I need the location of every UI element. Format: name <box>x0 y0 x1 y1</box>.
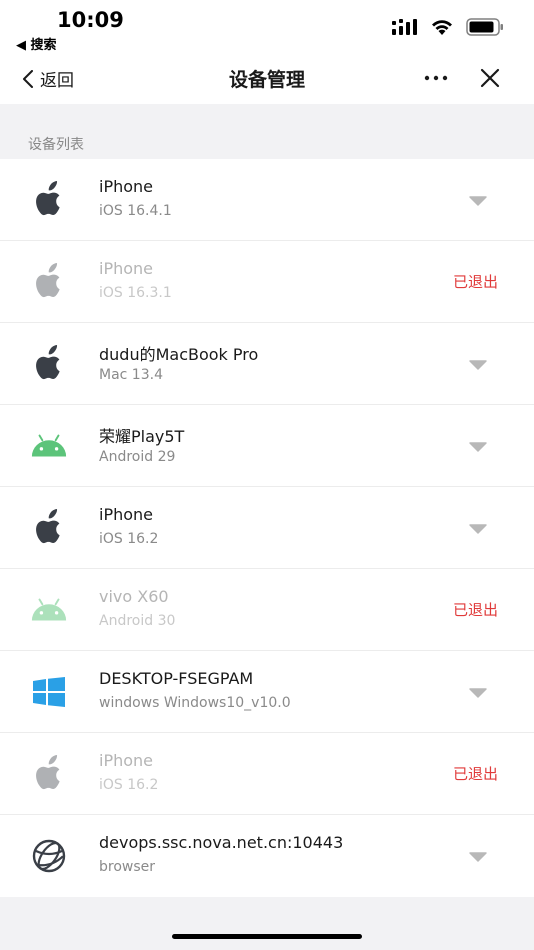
device-os: Android 30 <box>99 613 176 629</box>
close-icon <box>480 68 500 88</box>
device-os: windows Windows10_v10.0 <box>99 695 291 711</box>
page-title: 设备管理 <box>228 69 305 91</box>
device-name: dudu的MacBook Pro <box>99 345 259 364</box>
battery-icon <box>466 18 503 36</box>
apple-icon <box>30 263 68 301</box>
device-row[interactable]: iPhone iOS 16.4.1 <box>0 159 534 241</box>
device-row[interactable]: dudu的MacBook Pro Mac 13.4 <box>0 323 534 405</box>
device-row[interactable]: iPhone iOS 16.3.1 已退出 <box>0 241 534 323</box>
cellular-signal-icon <box>392 19 417 35</box>
device-row[interactable]: DESKTOP-FSEGPAM windows Windows10_v10.0 <box>0 651 534 733</box>
section-label: 设备列表 <box>28 137 84 153</box>
device-os: iOS 16.3.1 <box>99 285 172 301</box>
device-os: iOS 16.4.1 <box>99 203 172 219</box>
status-bar: 10:09 ◀ 搜索 <box>0 0 534 54</box>
apple-icon <box>30 509 68 547</box>
expand-arrow-icon[interactable] <box>468 523 488 535</box>
device-os: Mac 13.4 <box>99 367 163 383</box>
device-name: 荣耀Play5T <box>99 427 185 446</box>
device-name: devops.ssc.nova.net.cn:10443 <box>99 833 344 852</box>
device-os: browser <box>99 859 156 875</box>
expand-arrow-icon[interactable] <box>468 441 488 453</box>
expand-arrow-icon[interactable] <box>468 851 488 863</box>
device-os: iOS 16.2 <box>99 777 159 793</box>
device-name: iPhone <box>99 505 154 524</box>
apple-icon <box>30 755 68 793</box>
android-icon <box>30 427 68 465</box>
device-row[interactable]: 荣耀Play5T Android 29 <box>0 405 534 487</box>
globe-icon <box>30 837 68 875</box>
device-os: iOS 16.2 <box>99 531 159 547</box>
device-name: vivo X60 <box>99 587 169 606</box>
device-row[interactable]: vivo X60 Android 30 已退出 <box>0 569 534 651</box>
android-icon <box>30 591 68 629</box>
apple-icon <box>30 181 68 219</box>
home-indicator[interactable] <box>172 934 362 939</box>
expand-arrow-icon[interactable] <box>468 359 488 371</box>
logged-out-status: 已退出 <box>453 601 499 619</box>
logged-out-status: 已退出 <box>453 765 499 783</box>
device-row[interactable]: iPhone iOS 16.2 已退出 <box>0 733 534 815</box>
status-back-to-app[interactable]: ◀ 搜索 <box>16 34 57 53</box>
windows-icon <box>30 673 68 711</box>
expand-arrow-icon[interactable] <box>468 195 488 207</box>
device-name: iPhone <box>99 751 154 770</box>
logged-out-status: 已退出 <box>453 273 499 291</box>
device-name: DESKTOP-FSEGPAM <box>99 669 254 688</box>
more-button[interactable] <box>420 62 452 94</box>
status-time: 10:09 <box>57 8 124 32</box>
back-label: 返回 <box>40 71 74 91</box>
apple-icon <box>30 345 68 383</box>
expand-arrow-icon[interactable] <box>468 687 488 699</box>
back-button[interactable]: 返回 <box>22 66 74 91</box>
wifi-icon <box>432 20 452 35</box>
section-header: 设备列表 <box>0 104 534 159</box>
more-dots-icon <box>424 75 448 81</box>
device-list: iPhone iOS 16.4.1 iPhone iOS 16.3.1 已退出 dud… <box>0 159 534 897</box>
chevron-left-icon <box>23 69 33 88</box>
close-button[interactable] <box>474 62 506 94</box>
device-name: iPhone <box>99 177 154 196</box>
device-os: Android 29 <box>99 449 176 465</box>
nav-bar: 返回 设备管理 <box>0 54 534 104</box>
device-name: iPhone <box>99 259 154 278</box>
device-row[interactable]: iPhone iOS 16.2 <box>0 487 534 569</box>
device-row[interactable]: devops.ssc.nova.net.cn:10443 browser <box>0 815 534 897</box>
status-icons <box>392 18 504 36</box>
